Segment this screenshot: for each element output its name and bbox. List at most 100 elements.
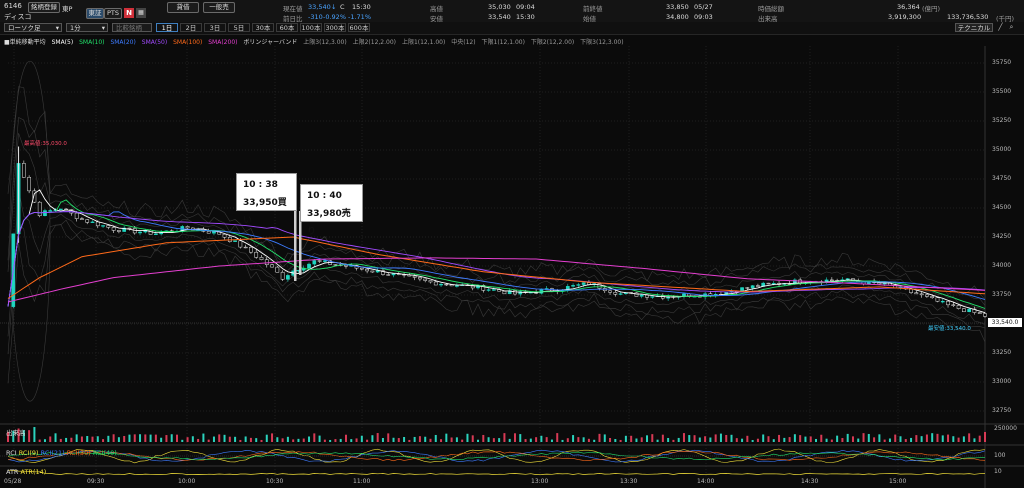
price-tick-label: 35500 <box>992 88 1012 95</box>
credit-button[interactable]: 貸借 <box>167 2 199 13</box>
time-tick-label: 15:00 <box>889 478 907 485</box>
change-value: -310 <box>308 13 323 21</box>
volume-bar <box>878 434 881 442</box>
legend-sma10: SMA(10) <box>79 39 105 46</box>
volume-bar <box>957 437 960 442</box>
candle-body <box>90 221 95 223</box>
interval-select[interactable]: 1分 ▾ <box>66 23 108 32</box>
volume-bar <box>117 437 120 442</box>
tab-timeframe-8[interactable]: 600本 <box>348 23 370 32</box>
tab-timeframe-3[interactable]: 5日 <box>228 23 250 32</box>
volume-bar <box>498 438 501 442</box>
search-icon[interactable]: ⌕ <box>1007 23 1016 32</box>
volume-bar <box>165 435 168 442</box>
volume-bar <box>524 439 527 442</box>
legend-sma200: SMA(200) <box>208 39 238 46</box>
volume-bar <box>218 434 221 442</box>
candle-body <box>423 278 428 281</box>
volume-bar <box>709 437 712 442</box>
volume-bar <box>619 439 622 442</box>
legend-sma20: SMA(20) <box>110 39 136 46</box>
price-chart[interactable] <box>0 46 1024 488</box>
volume-bar <box>75 434 78 442</box>
technical-button[interactable]: テクニカル <box>955 23 993 32</box>
rci21-label: RCI(21) <box>40 449 65 457</box>
candle-body <box>117 230 121 232</box>
time-tick-label: 13:00 <box>531 478 549 485</box>
callout-sell-time: 10 : 40 <box>307 191 342 201</box>
tab-timeframe-7[interactable]: 300本 <box>324 23 346 32</box>
volume-bar <box>561 439 564 442</box>
draw-line-icon[interactable]: ╱ <box>996 23 1005 32</box>
volume-bar <box>255 438 258 442</box>
current-price-arrow: ↓ <box>331 3 337 11</box>
legend-band-upper3: 上限3(12,3.00) <box>303 39 347 46</box>
open-time: 09:03 <box>694 13 713 21</box>
rci9-label: RCI(9) <box>18 449 39 457</box>
compare-input[interactable]: 比較銘柄 <box>112 23 152 32</box>
volume-bar <box>33 427 36 442</box>
candle-body <box>391 273 396 276</box>
candle-body <box>138 231 142 234</box>
volume-bar <box>445 433 448 442</box>
tab-timeframe-0[interactable]: 1日 <box>156 23 178 32</box>
chart-icon[interactable]: ▦ <box>136 8 146 18</box>
chart-type-select[interactable]: ローソク足 ▾ <box>4 23 62 32</box>
candle-body <box>43 210 47 217</box>
volume-bar <box>318 435 321 442</box>
atr-label: ATR <box>6 468 19 476</box>
candle-body <box>914 292 919 295</box>
volume-bar <box>693 435 696 442</box>
tab-timeframe-4[interactable]: 30本 <box>252 23 274 32</box>
volume-bar <box>952 436 955 442</box>
volume-bar <box>228 436 231 442</box>
time-tick-label: 14:00 <box>697 478 715 485</box>
volume-bar <box>392 437 395 442</box>
tab-timeframe-5[interactable]: 60本 <box>276 23 298 32</box>
volume-bar <box>936 433 939 442</box>
price-tick-label: 35750 <box>992 59 1012 66</box>
volume-bar <box>772 439 775 442</box>
atr-panel-label: ATR ATR(14) <box>6 468 46 476</box>
volume-bar <box>556 433 559 442</box>
change-percent: -0.92% <box>323 13 346 21</box>
volume-bar <box>577 437 580 442</box>
volume-bar <box>366 439 369 442</box>
nikkei-icon[interactable]: N <box>124 8 134 18</box>
candle-body <box>930 296 935 298</box>
candle-body <box>618 293 623 295</box>
volume-bar <box>984 432 986 442</box>
volume-bar <box>572 435 575 442</box>
tosho-button[interactable]: 東証 <box>86 8 104 19</box>
time-tick-label: 14:30 <box>801 478 819 485</box>
volume-bar <box>424 436 427 442</box>
volume-bar <box>677 437 680 442</box>
tab-timeframe-1[interactable]: 2日 <box>180 23 202 32</box>
current-price-flag: C <box>340 3 345 11</box>
volume-bar <box>968 433 971 442</box>
volume-bar <box>550 439 553 442</box>
candle-body <box>756 285 760 287</box>
general-sell-button[interactable]: 一般売 <box>203 2 235 13</box>
volume-bar <box>910 437 913 442</box>
tab-timeframe-6[interactable]: 100本 <box>300 23 322 32</box>
market-cap-unit: (億円) <box>922 5 941 13</box>
tab-timeframe-2[interactable]: 3日 <box>204 23 226 32</box>
interval-value: 1分 <box>70 24 81 32</box>
legend-sma5: SMA(5) <box>51 39 74 46</box>
volume-bar <box>376 433 379 442</box>
volume-bar <box>450 437 453 442</box>
volume-bar <box>202 433 205 442</box>
compare-placeholder: 比較銘柄 <box>116 24 142 32</box>
register-button[interactable]: 銘柄登録 <box>28 2 60 13</box>
volume-bar <box>191 436 194 442</box>
volume-bar <box>487 437 490 442</box>
volume-bar <box>96 436 99 442</box>
volume-bar <box>355 438 358 442</box>
volume-bar <box>281 438 284 442</box>
candle-body <box>956 305 961 309</box>
pts-button[interactable]: PTS <box>104 8 122 19</box>
volume-bar <box>593 439 596 442</box>
volume-bar <box>381 437 384 442</box>
high-annotation: 最高値:35,030.0 <box>24 141 67 147</box>
